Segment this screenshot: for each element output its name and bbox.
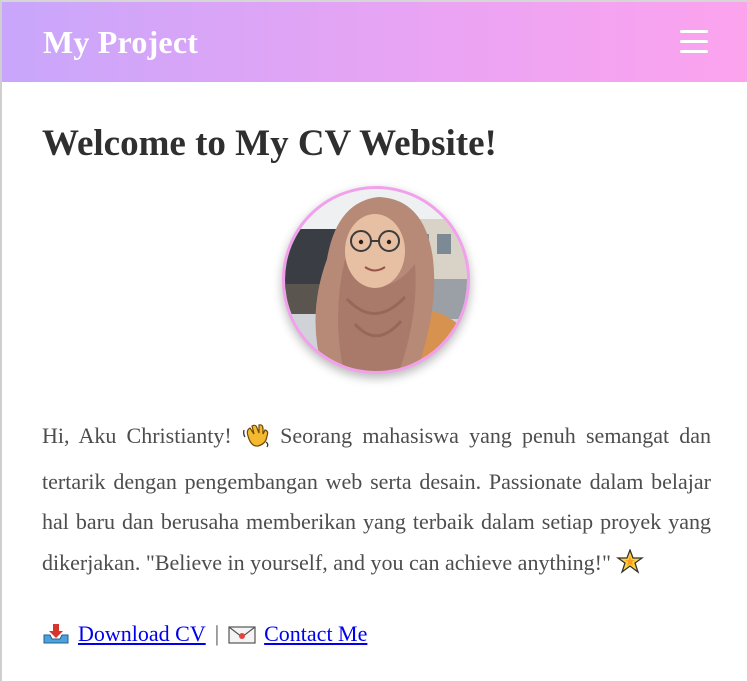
bio-greeting: Hi, Aku Christianty! [42,423,232,448]
menu-bar-middle [680,40,708,43]
brand-title[interactable]: My Project [43,24,198,61]
page-title: Welcome to My CV Website! [42,123,497,164]
menu-bar-bottom [680,50,708,53]
bio-paragraph: Hi, Aku Christianty! Seorang mahasiswa y… [42,416,711,588]
menu-bar-top [680,30,708,33]
glowing-star-icon [616,547,645,589]
inbox-tray-icon [42,623,70,651]
contact-me-link[interactable]: Contact Me [264,621,367,646]
action-links: Download CV | Contact Me [42,621,367,651]
download-cv-link[interactable]: Download CV [78,621,206,646]
profile-photo [282,186,470,374]
envelope-icon [228,625,256,651]
profile-photo-illustration [285,189,467,371]
waving-hand-icon [242,421,270,462]
link-separator: | [214,621,220,646]
navbar: My Project [2,2,747,82]
hamburger-menu-icon[interactable] [680,30,708,54]
